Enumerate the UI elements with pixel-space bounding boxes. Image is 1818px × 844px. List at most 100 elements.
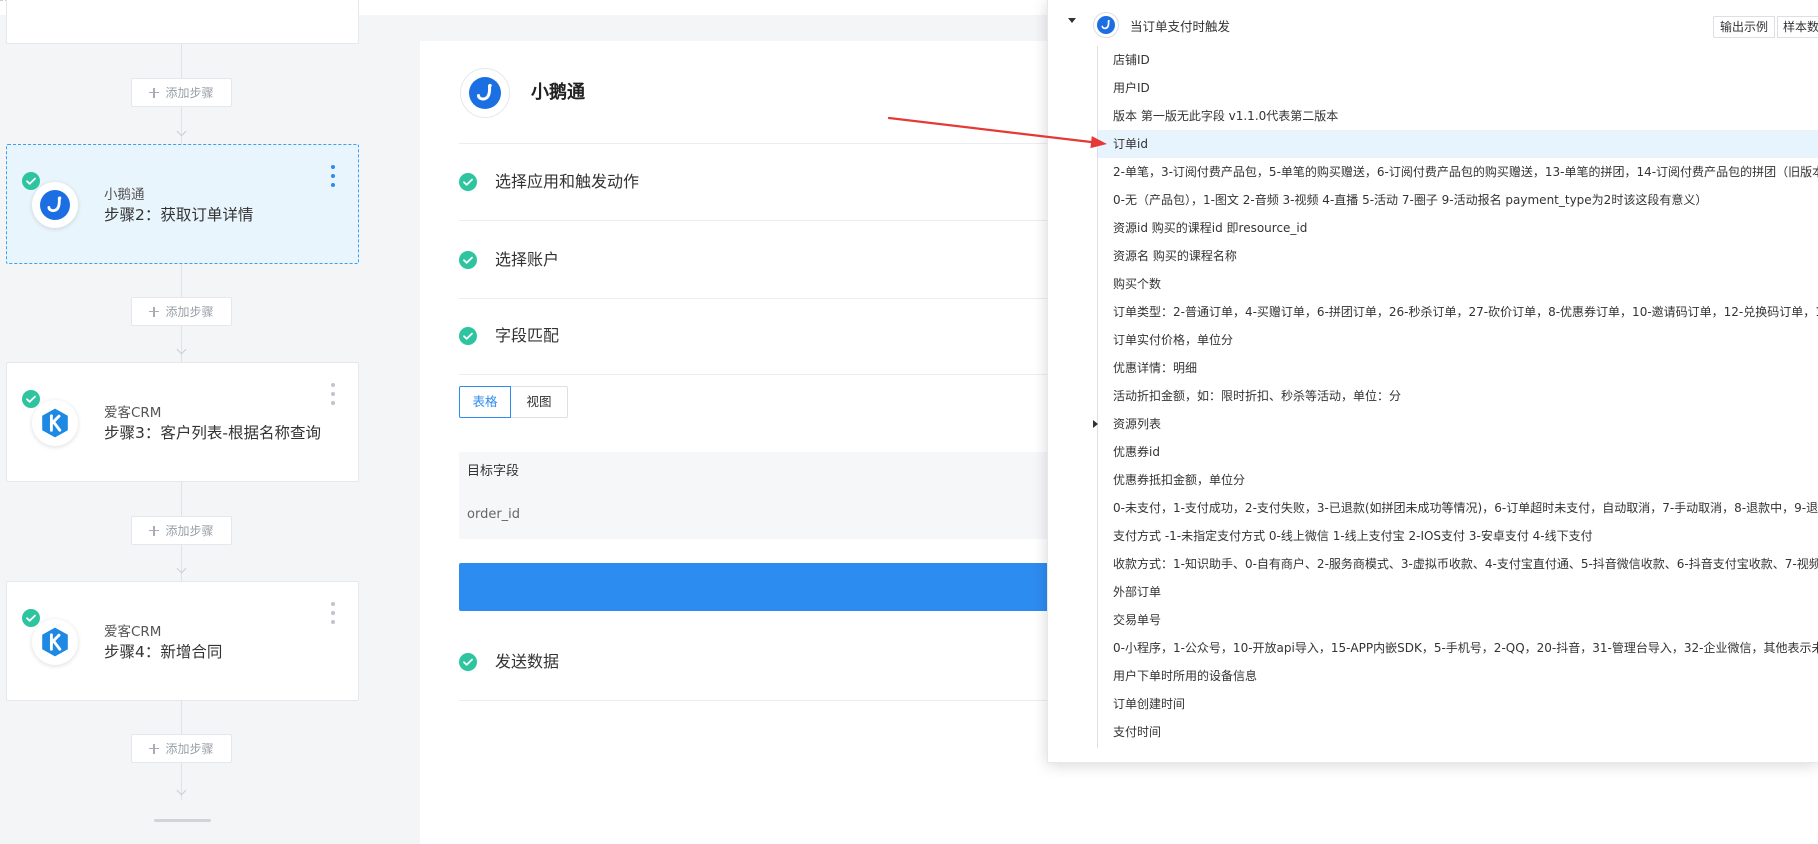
table-header-target-field: 目标字段 <box>467 464 520 479</box>
check-circle-icon <box>459 251 477 269</box>
detail-app-name: 小鹅通 <box>531 82 585 103</box>
field-label: 优惠详情：明细 <box>1113 361 1198 375</box>
field-label: 优惠券抵扣金额，单位分 <box>1113 473 1246 487</box>
field-label: 订单创建时间 <box>1113 697 1186 711</box>
section-select-app-trigger[interactable]: 选择应用和触发动作 <box>459 168 1059 196</box>
field-row[interactable]: 0-无（产品包），1-图文 2-音频 3-视频 4-直播 5-活动 7-圈子 9… <box>1098 186 1818 214</box>
field-row[interactable]: 2-单笔，3-订阅付费产品包，5-单笔的购买赠送，6-订阅付费产品包的购买赠送，… <box>1098 158 1818 186</box>
view-toggle: 表格 视图 <box>459 386 568 418</box>
section-label: 字段匹配 <box>495 326 560 345</box>
field-row[interactable]: 交易单号 <box>1098 606 1818 634</box>
field-row[interactable]: 支付方式 -1-未指定支付方式 0-线上微信 1-线上支付宝 2-IOS支付 3… <box>1098 522 1818 550</box>
section-label: 发送数据 <box>495 652 560 671</box>
add-step-button[interactable]: 添加步骤 <box>131 78 232 107</box>
add-step-button[interactable]: 添加步骤 <box>131 734 232 763</box>
chevron-down-icon <box>176 785 187 796</box>
plus-icon <box>149 306 160 317</box>
more-vertical-icon[interactable] <box>330 165 336 187</box>
step-app-name: 爱客CRM <box>104 405 162 421</box>
chevron-down-icon <box>176 126 187 137</box>
sample-data-button[interactable]: 样本数 <box>1777 16 1818 38</box>
field-row[interactable]: 优惠详情：明细 <box>1098 354 1818 382</box>
field-row[interactable]: 优惠券抵扣金额，单位分 <box>1098 466 1818 494</box>
field-label: 订单id <box>1113 137 1148 151</box>
field-label: 版本 第一版无此字段 v1.1.0代表第二版本 <box>1113 109 1339 123</box>
field-label: 订单类型：2-普通订单，4-买赠订单，6-拼团订单，26-秒杀订单，27-砍价订… <box>1113 305 1818 319</box>
field-row[interactable]: 用户下单时所用的设备信息 <box>1098 662 1818 690</box>
field-label: 资源id 购买的课程id 即resource_id <box>1113 221 1308 235</box>
field-row[interactable]: 资源id 购买的课程id 即resource_id <box>1098 214 1818 242</box>
xiaoetong-logo-icon <box>1093 12 1119 38</box>
add-step-label: 添加步骤 <box>165 86 214 100</box>
caret-down-icon[interactable] <box>1068 18 1076 23</box>
step-card-3[interactable]: 爱客CRM 步骤3：客户列表-根据名称查询 <box>6 362 359 482</box>
field-row[interactable]: 店铺ID <box>1098 46 1818 74</box>
field-row[interactable]: 优惠券id <box>1098 438 1818 466</box>
check-circle-icon <box>22 172 40 190</box>
add-step-label: 添加步骤 <box>165 524 214 538</box>
step-title: 步骤2：获取订单详情 <box>104 206 254 224</box>
field-row[interactable]: 资源列表 <box>1093 410 1818 438</box>
field-row[interactable]: 订单实付价格，单位分 <box>1098 326 1818 354</box>
field-label: 2-单笔，3-订阅付费产品包，5-单笔的购买赠送，6-订阅付费产品包的购买赠送，… <box>1113 165 1818 179</box>
chevron-down-icon <box>176 563 187 574</box>
section-label: 选择应用和触发动作 <box>495 172 640 191</box>
field-label: 用户下单时所用的设备信息 <box>1113 669 1258 683</box>
field-label: 优惠券id <box>1113 445 1160 459</box>
field-row[interactable]: 用户ID <box>1098 74 1818 102</box>
trigger-label[interactable]: 当订单支付时触发 <box>1130 18 1230 36</box>
output-example-button[interactable]: 输出示例 <box>1713 16 1775 38</box>
field-row[interactable]: 0-未支付，1-支付成功，2-支付失败，3-已退款(如拼团未成功等情况)，6-订… <box>1098 494 1818 522</box>
section-label: 选择账户 <box>495 250 560 269</box>
plus-icon <box>149 525 160 536</box>
add-step-button[interactable]: 添加步骤 <box>131 297 232 326</box>
more-vertical-icon[interactable] <box>330 602 336 624</box>
section-send-data[interactable]: 发送数据 <box>459 648 1059 676</box>
table-cell-value[interactable]: order_id <box>467 505 520 525</box>
field-label: 支付方式 -1-未指定支付方式 0-线上微信 1-线上支付宝 2-IOS支付 3… <box>1113 529 1593 543</box>
field-picker-dropdown: 当订单支付时触发 输出示例 样本数 店铺ID 用户ID 版本 第一版无此字段 v1.… <box>1047 0 1818 763</box>
field-row[interactable]: 购买个数 <box>1098 270 1818 298</box>
field-row[interactable]: 活动折扣金额，如：限时折扣、秒杀等活动，单位：分 <box>1098 382 1818 410</box>
field-row[interactable]: 资源名 购买的课程名称 <box>1098 242 1818 270</box>
caret-right-icon[interactable] <box>1093 420 1098 428</box>
field-label: 购买个数 <box>1113 277 1162 291</box>
field-label: 交易单号 <box>1113 613 1162 627</box>
field-row[interactable]: 支付时间 <box>1098 718 1818 746</box>
tab-table[interactable]: 表格 <box>459 386 511 418</box>
field-label: 资源列表 <box>1113 417 1162 431</box>
section-select-account[interactable]: 选择账户 <box>459 246 1059 274</box>
field-row[interactable]: 订单类型：2-普通订单，4-买赠订单，6-拼团订单，26-秒杀订单，27-砍价订… <box>1098 298 1818 326</box>
step-card-previous[interactable] <box>6 0 359 44</box>
check-circle-icon <box>459 327 477 345</box>
field-row[interactable]: 订单创建时间 <box>1098 690 1818 718</box>
field-label: 0-未支付，1-支付成功，2-支付失败，3-已退款(如拼团未成功等情况)，6-订… <box>1113 501 1818 515</box>
field-row[interactable]: 订单id <box>1098 130 1818 158</box>
field-row[interactable]: 版本 第一版无此字段 v1.1.0代表第二版本 <box>1098 102 1818 130</box>
field-row[interactable]: 收款方式：1-知识助手、0-自有商户、2-服务商模式、3-虚拟币收款、4-支付宝… <box>1098 550 1818 578</box>
add-step-button[interactable]: 添加步骤 <box>131 516 232 545</box>
check-circle-icon <box>459 653 477 671</box>
more-vertical-icon[interactable] <box>330 383 336 405</box>
add-step-label: 添加步骤 <box>165 305 214 319</box>
field-row[interactable]: 0-小程序，1-公众号，10-开放api导入，15-APP内嵌SDK，5-手机号… <box>1098 634 1818 662</box>
section-field-mapping[interactable]: 字段匹配 <box>459 322 1059 350</box>
field-label: 收款方式：1-知识助手、0-自有商户、2-服务商模式、3-虚拟币收款、4-支付宝… <box>1113 557 1818 571</box>
step-app-name: 小鹅通 <box>104 187 145 203</box>
step-app-name: 爱客CRM <box>104 624 162 640</box>
picker-button-group: 输出示例 样本数 <box>1713 16 1818 38</box>
tab-view[interactable]: 视图 <box>510 386 568 418</box>
scrollbar-thumb[interactable] <box>154 819 211 822</box>
step-title: 步骤3：客户列表-根据名称查询 <box>104 424 321 442</box>
check-circle-icon <box>459 173 477 191</box>
step-card-4[interactable]: 爱客CRM 步骤4：新增合同 <box>6 581 359 701</box>
field-label: 活动折扣金额，如：限时折扣、秒杀等活动，单位：分 <box>1113 389 1402 403</box>
field-row[interactable]: 外部订单 <box>1098 578 1818 606</box>
step-card-2[interactable]: 小鹅通 步骤2：获取订单详情 <box>6 144 359 264</box>
check-circle-icon <box>22 390 40 408</box>
plus-icon <box>149 87 160 98</box>
field-label: 外部订单 <box>1113 585 1162 599</box>
step-title: 步骤4：新增合同 <box>104 643 223 661</box>
xiaoetong-logo-icon <box>460 68 510 118</box>
field-label: 0-无（产品包），1-图文 2-音频 3-视频 4-直播 5-活动 7-圈子 9… <box>1113 193 1708 207</box>
